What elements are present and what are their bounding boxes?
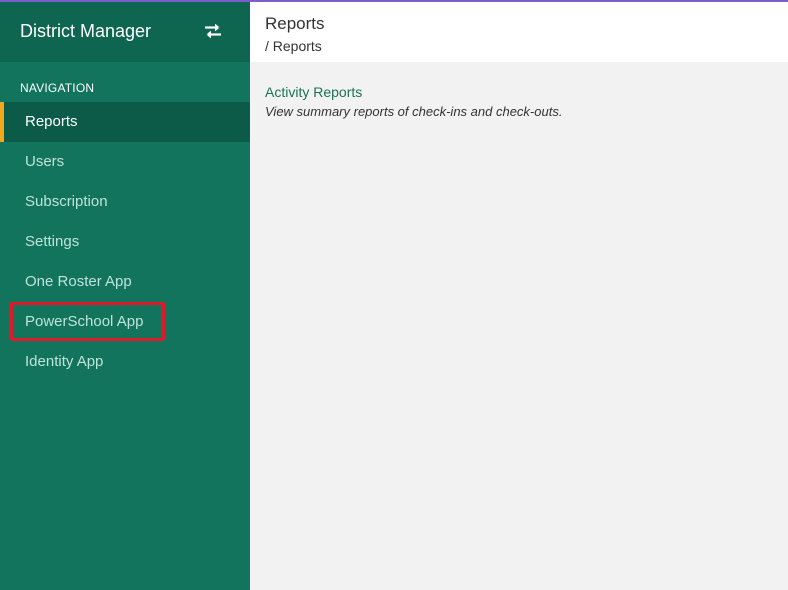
activity-reports-link[interactable]: Activity Reports <box>265 84 362 100</box>
sidebar: District Manager NAVIGATION Reports User… <box>0 0 250 590</box>
sidebar-item-subscription[interactable]: Subscription <box>0 182 250 222</box>
nav-list: Reports Users Subscription Settings One … <box>0 102 250 382</box>
breadcrumb: / Reports <box>265 38 322 54</box>
sidebar-item-reports[interactable]: Reports <box>0 102 250 142</box>
main-content: Reports / Reports Activity Reports View … <box>250 0 788 590</box>
sidebar-item-identity-app[interactable]: Identity App <box>0 342 250 382</box>
nav-heading: NAVIGATION <box>20 81 95 95</box>
activity-reports-description: View summary reports of check-ins and ch… <box>265 104 563 119</box>
reports-list: Activity Reports View summary reports of… <box>250 62 788 119</box>
sidebar-item-settings[interactable]: Settings <box>0 222 250 262</box>
sidebar-header: District Manager <box>0 0 250 62</box>
sidebar-item-users[interactable]: Users <box>0 142 250 182</box>
page-header: Reports / Reports <box>250 0 788 62</box>
sidebar-item-powerschool-app[interactable]: PowerSchool App <box>0 302 250 342</box>
top-accent-bar <box>0 0 788 2</box>
swap-arrows-icon[interactable] <box>202 22 224 40</box>
app-title: District Manager <box>20 20 152 41</box>
sidebar-item-one-roster-app[interactable]: One Roster App <box>0 262 250 302</box>
page-title: Reports <box>265 14 325 33</box>
